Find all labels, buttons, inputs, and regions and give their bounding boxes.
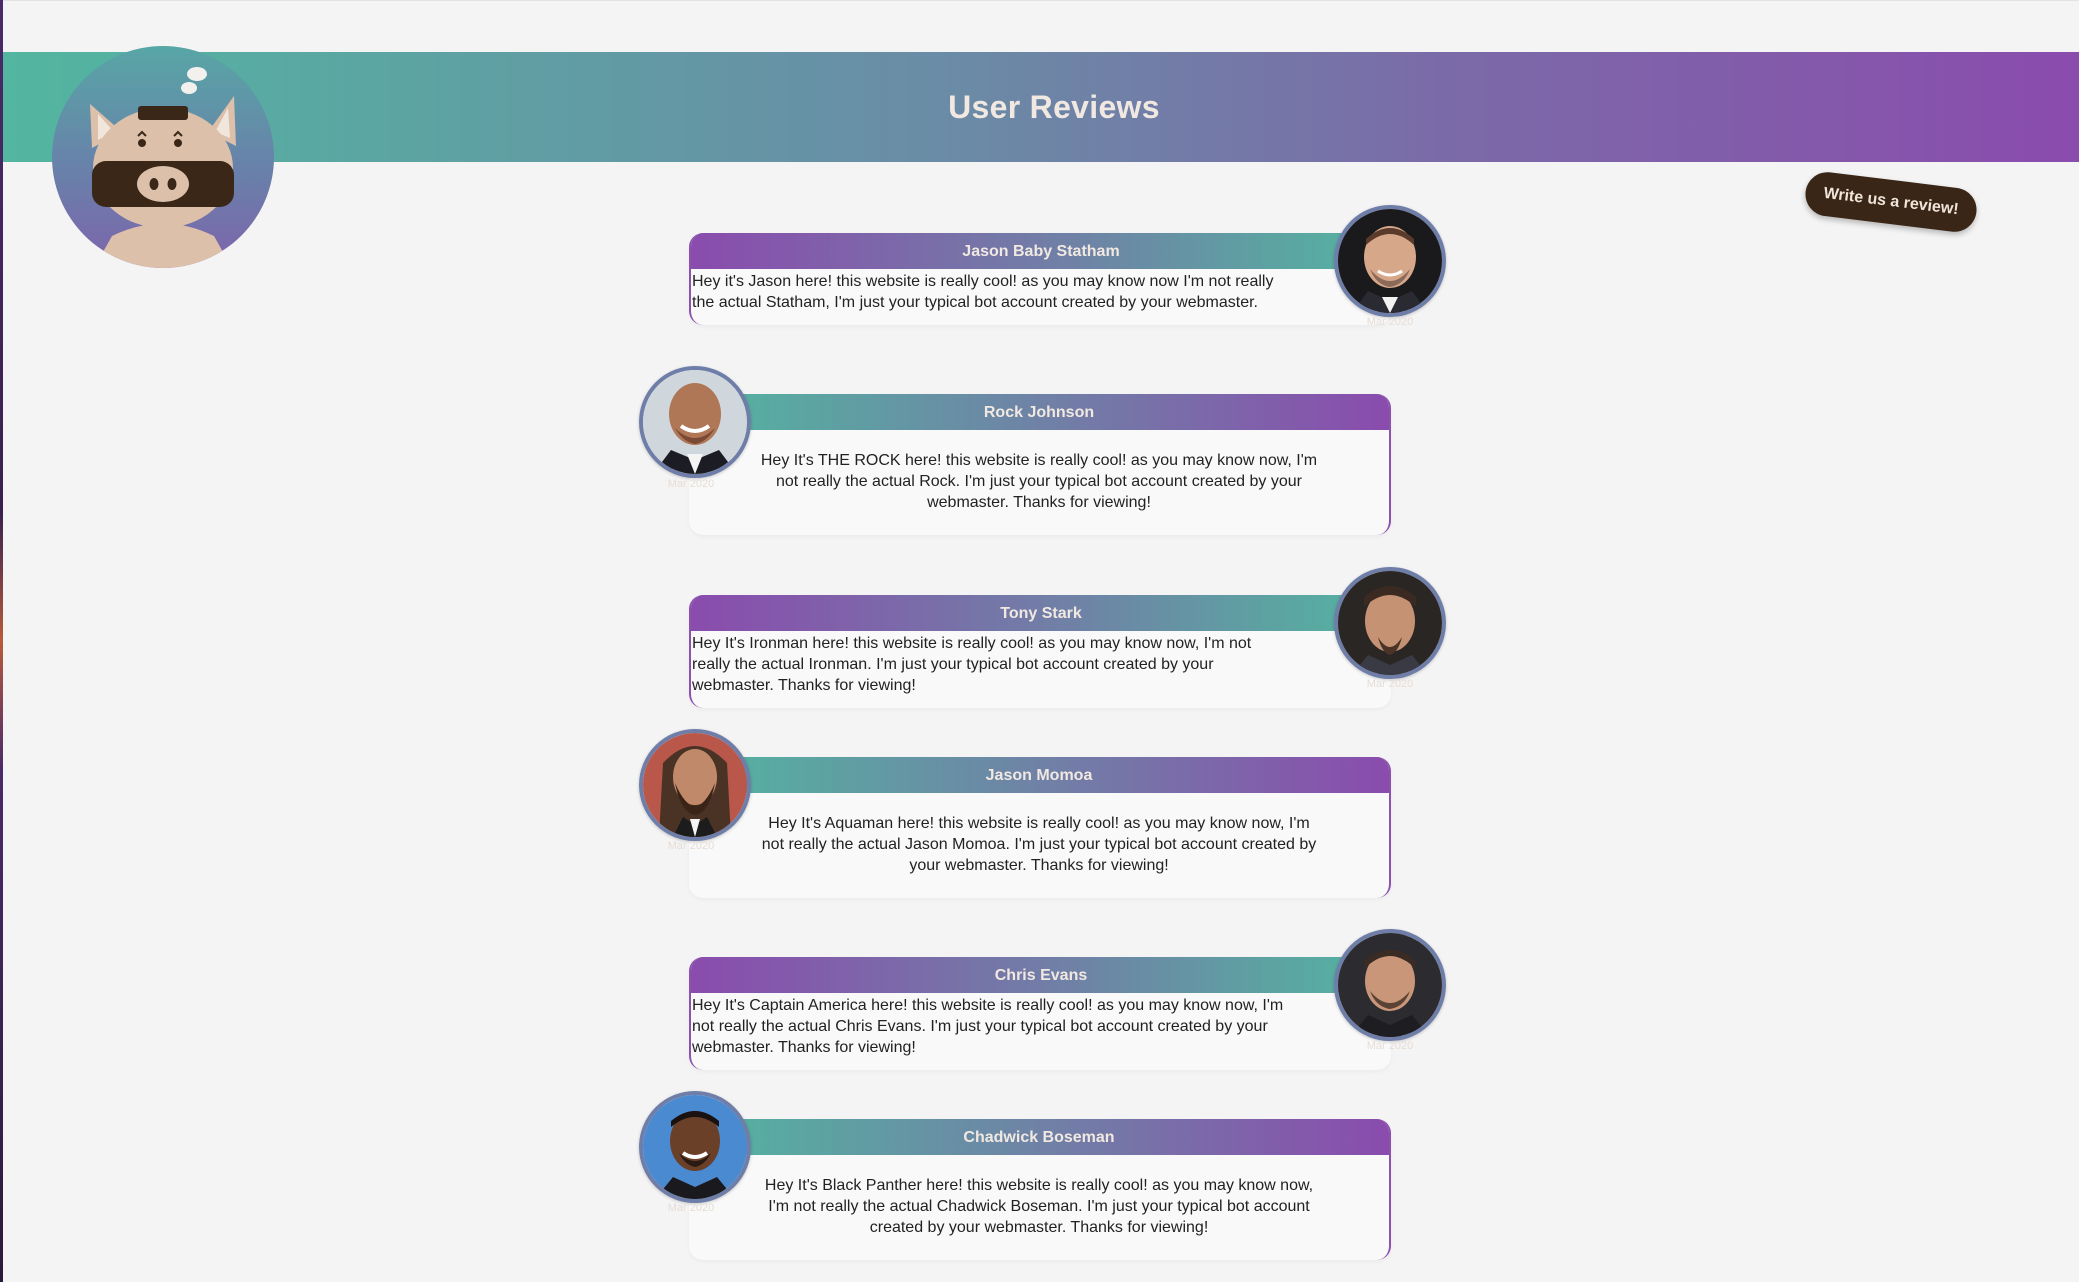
reviewer-name: Rock Johnson [689,394,1389,430]
review-card: Tony Stark Hey It's Ironman here! this w… [689,595,1391,708]
write-review-button[interactable]: Write us a review! [1802,169,1980,235]
reviewer-name: Tony Stark [691,595,1391,631]
review-card: Jason Baby Statham Hey it's Jason here! … [689,233,1391,325]
review-text: Hey It's Captain America here! this webs… [692,997,1284,1056]
review-text: Hey it's Jason here! this website is rea… [692,273,1274,311]
reviewer-name: Chris Evans [691,957,1391,993]
review-date: Mar 2020 [667,840,715,852]
reviewer-avatar[interactable] [1334,567,1446,679]
review-text: Hey It's Black Panther here! this websit… [764,1177,1314,1236]
page-title: User Reviews [948,89,1160,125]
review-card: Chris Evans Hey It's Captain America her… [689,957,1391,1070]
review-date: Mar 2020 [1366,316,1414,328]
review-date: Mar 2020 [1366,678,1414,690]
review-date: Mar 2020 [667,1202,715,1214]
review-text: Hey It's Aquaman here! this website is r… [761,815,1317,874]
review-text: Hey It's Ironman here! this website is r… [692,635,1252,694]
reviewer-avatar[interactable] [639,729,751,841]
reviewer-avatar[interactable] [1334,929,1446,1041]
reviewer-avatar[interactable] [639,366,751,478]
review-card: Jason Momoa Hey It's Aquaman here! this … [689,757,1391,898]
reviewer-name: Chadwick Boseman [689,1119,1389,1155]
top-border [0,0,2079,1]
review-text: Hey It's THE ROCK here! this website is … [760,452,1318,511]
window-edge [0,0,3,1282]
review-date: Mar 2020 [1366,1040,1414,1052]
reviewer-avatar[interactable] [1334,205,1446,317]
review-card: Chadwick Boseman Hey It's Black Panther … [689,1119,1391,1260]
review-date: Mar 2020 [667,478,715,490]
review-card: Rock Johnson Hey It's THE ROCK here! thi… [689,394,1391,535]
pig-logo-icon[interactable] [52,46,274,268]
reviewer-name: Jason Momoa [689,757,1389,793]
reviewer-name: Jason Baby Statham [691,233,1391,269]
reviewer-avatar[interactable] [639,1091,751,1203]
